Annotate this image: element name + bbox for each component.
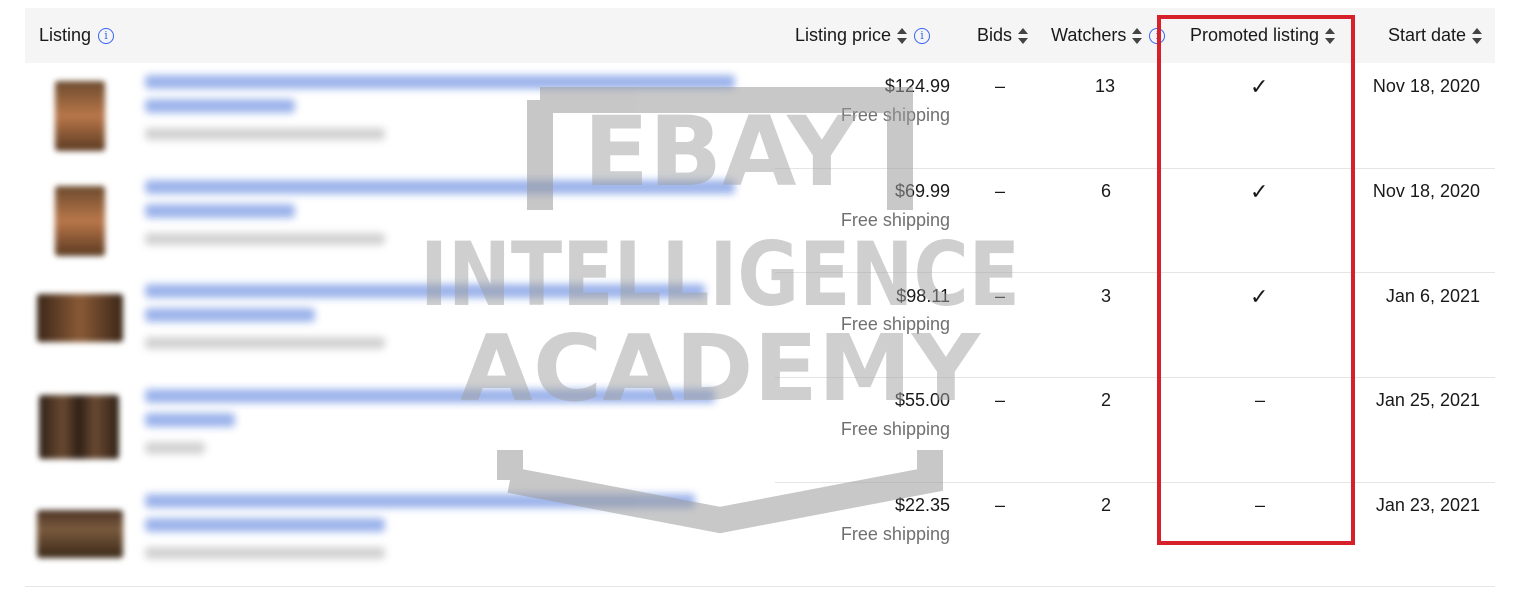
bids-value: – — [995, 390, 1006, 410]
column-header-bids[interactable]: Bids — [977, 8, 1029, 63]
start-date-value: Jan 25, 2021 — [1375, 390, 1480, 410]
column-header-watchers[interactable]: Watchers i — [1051, 8, 1166, 63]
listing-title-link[interactable] — [145, 204, 295, 218]
column-header-start-date[interactable]: Start date — [1388, 8, 1483, 63]
shipping-label: Free shipping — [840, 210, 950, 230]
listing-title-link[interactable] — [145, 99, 295, 113]
start-date-header-label[interactable]: Start date — [1388, 25, 1466, 46]
listing-thumbnail[interactable] — [39, 395, 119, 459]
sort-icon[interactable] — [1132, 27, 1143, 45]
listing-price: $98.11 — [896, 286, 950, 306]
listing-price: $22.35 — [894, 495, 950, 515]
start-date-value: Nov 18, 2020 — [1372, 181, 1480, 201]
watchers-value: 2 — [1101, 390, 1112, 410]
listing-title-link[interactable] — [145, 308, 315, 322]
listing-title-link[interactable] — [145, 284, 705, 298]
listing-thumbnail[interactable] — [55, 186, 105, 256]
shipping-label: Free shipping — [840, 524, 950, 544]
bids-value: – — [995, 286, 1006, 306]
listing-title-link[interactable] — [145, 413, 235, 427]
listing-price: $55.00 — [894, 390, 950, 410]
listing-title-link[interactable] — [145, 518, 385, 532]
start-date-value: Jan 23, 2021 — [1375, 495, 1480, 515]
watchers-value: 3 — [1101, 286, 1112, 306]
listing-meta — [145, 233, 385, 245]
column-header-listing: Listing i — [39, 8, 115, 63]
bids-value: – — [995, 495, 1006, 515]
bids-value: – — [995, 181, 1006, 201]
listing-title-link[interactable] — [145, 75, 735, 89]
sort-icon[interactable] — [1018, 27, 1029, 45]
listing-price-header-label[interactable]: Listing price — [795, 25, 891, 46]
listing-header-label: Listing — [39, 25, 92, 45]
shipping-label: Free shipping — [840, 314, 950, 334]
column-header-listing-price[interactable]: Listing price i — [795, 8, 931, 63]
listing-title-link[interactable] — [145, 180, 735, 194]
info-icon[interactable]: i — [98, 27, 115, 44]
listing-meta — [145, 442, 205, 454]
promoted-listing-highlight — [1157, 15, 1355, 545]
listing-price: $124.99 — [884, 76, 950, 96]
listing-title-link[interactable] — [145, 494, 695, 508]
watchers-value: 6 — [1101, 181, 1112, 201]
listing-thumbnail[interactable] — [55, 81, 105, 151]
watchers-value: 13 — [1095, 76, 1116, 96]
listing-meta — [145, 547, 385, 559]
listings-page: Listing i Listing price i Bids Watchers … — [0, 0, 1519, 598]
shipping-label: Free shipping — [840, 419, 950, 439]
sort-icon[interactable] — [1472, 27, 1483, 45]
listing-meta — [145, 128, 385, 140]
bids-header-label[interactable]: Bids — [977, 25, 1012, 46]
shipping-label: Free shipping — [840, 105, 950, 125]
listing-price: $69.99 — [894, 181, 950, 201]
bids-value: – — [995, 76, 1006, 96]
start-date-value: Jan 6, 2021 — [1385, 286, 1480, 306]
listing-meta — [145, 337, 385, 349]
start-date-value: Nov 18, 2020 — [1372, 76, 1480, 96]
watchers-header-label[interactable]: Watchers — [1051, 25, 1126, 46]
listing-title-link[interactable] — [145, 389, 715, 403]
listing-thumbnail[interactable] — [37, 294, 123, 342]
listing-thumbnail[interactable] — [37, 510, 123, 558]
info-icon[interactable]: i — [914, 27, 931, 44]
sort-icon[interactable] — [897, 27, 908, 45]
watchers-value: 2 — [1101, 495, 1112, 515]
